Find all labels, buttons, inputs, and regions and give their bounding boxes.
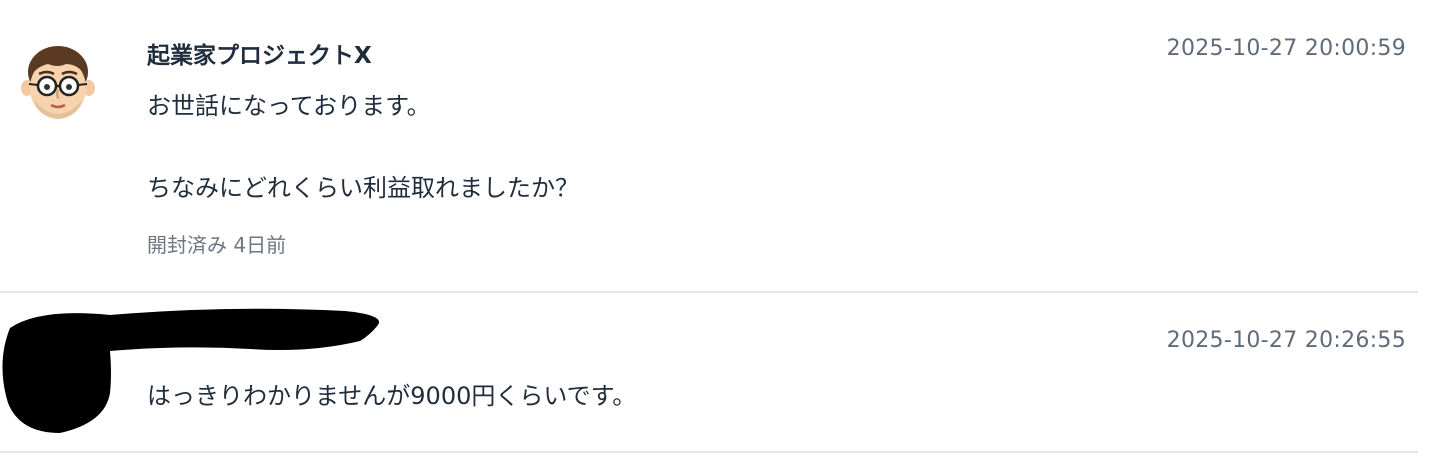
message-item: 2025-10-27 20:26:55 はっきりわかりませんが9000円くらいで… xyxy=(0,293,1418,453)
sender-name[interactable]: 起業家プロジェクトX xyxy=(147,36,372,70)
message-item: 起業家プロジェクトX 2025-10-27 20:00:59 お世話になっており… xyxy=(0,0,1418,293)
redaction-scribble xyxy=(2,308,380,433)
redaction-mark xyxy=(0,293,390,443)
avatar[interactable] xyxy=(18,42,98,122)
message-body-line: お世話になっております。 xyxy=(147,92,431,120)
message-timestamp: 2025-10-27 20:26:55 xyxy=(1166,328,1406,353)
read-status: 開封済み 4日前 xyxy=(147,233,287,257)
message-timestamp: 2025-10-27 20:00:59 xyxy=(1166,36,1406,61)
message-body-line: ちなみにどれくらい利益取れましたか？ xyxy=(147,174,579,202)
cartoon-man-with-glasses-icon xyxy=(21,46,95,119)
message-body-line: はっきりわかりませんが9000円くらいです。 xyxy=(147,382,637,410)
